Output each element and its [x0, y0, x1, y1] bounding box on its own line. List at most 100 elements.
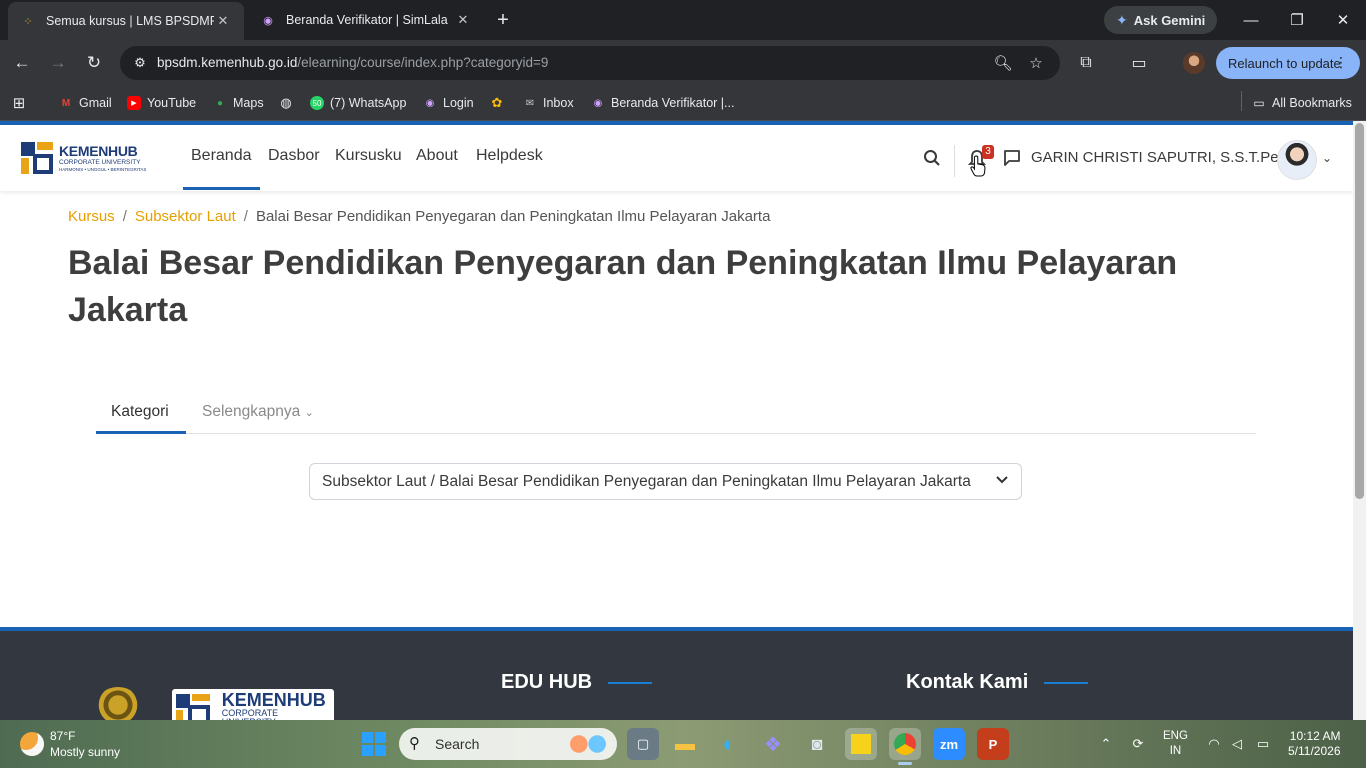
nav-beranda[interactable]: Beranda — [191, 147, 252, 165]
page-scrollbar[interactable] — [1353, 121, 1366, 720]
task-view-icon[interactable]: ▢ — [627, 728, 659, 760]
bookmark-beranda-verifikator[interactable]: ◉ Beranda Verifikator |... — [591, 94, 735, 112]
show-hidden-icons-chevron-up-icon[interactable]: ⌃ — [1096, 734, 1116, 754]
footer-heading-edu-hub: EDU HUB — [501, 671, 653, 694]
nav-about[interactable]: About — [416, 147, 458, 165]
browser-tab-simlala[interactable]: ◉ Beranda Verifikator | SimLala ✕ — [248, 0, 484, 40]
search-highlight-icon — [565, 732, 611, 756]
bookmark-youtube[interactable]: ▶ YouTube — [127, 94, 196, 112]
wifi-icon[interactable]: ◠ — [1204, 734, 1224, 754]
minimize-window-icon[interactable]: — — [1228, 0, 1274, 40]
bookmarks-bar: ⊞ M Gmail ▶ YouTube ● Maps ◍ 50 (7) WhatsApp… — [0, 85, 1366, 121]
scrollbar-thumb[interactable] — [1355, 123, 1364, 499]
bookmark-login[interactable]: ◉ Login — [423, 94, 474, 112]
breadcrumb-kursus[interactable]: Kursus — [68, 208, 115, 225]
chevron-down-icon — [995, 472, 1009, 490]
apps-grid-icon[interactable]: ⊞ — [12, 94, 26, 112]
browser-tab-lms[interactable]: ⁘ Semua kursus | LMS BPSDMP ✕ — [8, 2, 244, 40]
tab-kategori[interactable]: Kategori — [111, 403, 169, 421]
zoom-icon[interactable]: 🔍︎ — [992, 52, 1014, 74]
ask-gemini-label: Ask Gemini — [1133, 12, 1206, 28]
gemini-star-icon: ✦ — [1116, 11, 1128, 28]
browser-profile-avatar[interactable] — [1183, 52, 1205, 74]
taskbar-clock[interactable]: 10:12 AM 5/11/2026 — [1288, 729, 1341, 759]
all-bookmarks-button[interactable]: ▭ All Bookmarks — [1252, 94, 1352, 112]
folder-icon: ▭ — [1253, 96, 1265, 110]
weather-description[interactable]: Mostly sunny — [50, 745, 120, 759]
bookmark-gmail[interactable]: M Gmail — [59, 94, 112, 112]
url-text[interactable]: bpsdm.kemenhub.go.id/elearning/course/in… — [157, 55, 548, 70]
weather-temperature[interactable]: 87°F — [50, 729, 75, 743]
gmail-icon: M — [61, 97, 71, 109]
kemenhub-logo-mark-icon — [21, 142, 53, 174]
bookmark-star-icon[interactable]: ☆ — [1025, 52, 1047, 74]
garuda-emblem-icon — [95, 687, 141, 720]
address-bar[interactable]: ⚙ bpsdm.kemenhub.go.id/elearning/course/… — [120, 46, 1060, 80]
volume-speaker-icon[interactable]: ◁ — [1227, 734, 1247, 754]
chrome-browser-icon[interactable] — [889, 728, 921, 760]
nav-active-indicator — [183, 187, 260, 190]
reload-icon[interactable]: ↻ — [81, 50, 107, 76]
whatsapp-icon: 50 — [310, 96, 324, 110]
nav-dasbor[interactable]: Dasbor — [268, 147, 320, 165]
bookmark-photos[interactable]: ✿ — [490, 94, 504, 112]
taskbar-search-box[interactable]: ⚲ Search — [399, 728, 617, 760]
input-language[interactable]: ENG IN — [1163, 729, 1188, 759]
youtube-icon: ▶ — [127, 96, 141, 110]
edge-browser-icon[interactable]: ◐ — [713, 728, 745, 760]
forward-arrow-icon[interactable]: → — [45, 50, 71, 76]
extensions-puzzle-icon[interactable]: ⧉ — [1073, 50, 1099, 76]
footer-heading-kontak-kami: Kontak Kami — [906, 671, 1089, 694]
logo-brand: KEMENHUB — [59, 143, 138, 159]
file-explorer-icon[interactable]: ▬ — [669, 728, 701, 760]
sticky-notes-icon[interactable] — [845, 728, 877, 760]
site-footer: KEMENHUB CORPORATE UNIVERSITY EDU HUB Ko… — [0, 627, 1353, 720]
powerpoint-icon[interactable]: P — [977, 728, 1009, 760]
relaunch-to-update-button[interactable]: Relaunch to update ⋮ — [1216, 47, 1360, 79]
lms-favicon-icon: ⁘ — [23, 15, 33, 28]
login-site-icon: ◉ — [425, 97, 435, 109]
bookmark-globe[interactable]: ◍ — [279, 94, 293, 112]
back-arrow-icon[interactable]: ← — [9, 50, 35, 76]
close-window-icon[interactable]: ✕ — [1320, 0, 1366, 40]
copilot-icon[interactable]: ❖ — [757, 728, 789, 760]
close-tab-icon[interactable]: ✕ — [214, 13, 232, 29]
mouse-pointer-hand-icon — [970, 155, 988, 177]
messages-chat-icon[interactable] — [1000, 146, 1024, 170]
simlala-favicon-icon: ◉ — [263, 14, 273, 27]
breadcrumb-subsektor-laut[interactable]: Subsektor Laut — [135, 208, 236, 225]
nav-helpdesk[interactable]: Helpdesk — [476, 147, 543, 165]
site-info-icon[interactable]: ⚙ — [128, 51, 152, 75]
sync-update-icon[interactable]: ⟳ — [1128, 734, 1148, 754]
breadcrumb-current: Balai Besar Pendidikan Penyegaran dan Pe… — [255, 208, 771, 225]
more-menu-icon[interactable]: ⋮ — [1334, 54, 1348, 71]
battery-icon[interactable]: ▭ — [1253, 734, 1273, 754]
cast-media-icon[interactable]: ▭ — [1126, 50, 1152, 76]
camera-app-icon[interactable]: ◙ — [801, 728, 833, 760]
maximize-window-icon[interactable]: ❐ — [1274, 0, 1320, 40]
weather-sun-cloud-icon[interactable] — [20, 732, 44, 756]
page-title: Balai Besar Pendidikan Penyegaran dan Pe… — [68, 244, 1178, 329]
bookmark-whatsapp[interactable]: 50 (7) WhatsApp — [310, 94, 406, 112]
chevron-down-icon: ⌄ — [304, 407, 314, 419]
close-tab-icon[interactable]: ✕ — [454, 12, 472, 28]
nav-kursusku[interactable]: Kursusku — [335, 147, 402, 165]
windows-start-icon[interactable] — [362, 732, 386, 756]
new-tab-button[interactable]: + — [492, 9, 514, 31]
ask-gemini-button[interactable]: ✦ Ask Gemini — [1104, 6, 1218, 34]
tab-selengkapnya[interactable]: Selengkapnya ⌄ — [202, 403, 314, 421]
user-name[interactable]: GARIN CHRISTI SAPUTRI, S.S.T.Pel — [1031, 149, 1282, 166]
user-avatar[interactable] — [1277, 140, 1317, 180]
bookmark-maps[interactable]: ● Maps — [213, 94, 264, 112]
breadcrumb: Kursus / Subsektor Laut / Balai Besar Pendid… — [68, 208, 771, 225]
search-icon[interactable] — [920, 146, 944, 170]
windows-taskbar: 87°F Mostly sunny ⚲ Search ▢ ▬ ◐ ❖ ◙ zm … — [0, 720, 1366, 768]
user-menu-chevron-down-icon[interactable]: ⌄ — [1322, 151, 1332, 165]
simlala-icon: ◉ — [593, 97, 603, 109]
category-select[interactable]: Subsektor Laut / Balai Besar Pendidikan … — [309, 463, 1022, 500]
zoom-app-icon[interactable]: zm — [933, 728, 965, 760]
tab-active-indicator — [96, 431, 186, 434]
kemenhub-logo[interactable]: KEMENHUB CORPORATE UNIVERSITY HARMONIS •… — [21, 140, 149, 176]
site-navbar: KEMENHUB CORPORATE UNIVERSITY HARMONIS •… — [0, 125, 1353, 191]
bookmark-inbox[interactable]: ✉ Inbox — [523, 94, 574, 112]
